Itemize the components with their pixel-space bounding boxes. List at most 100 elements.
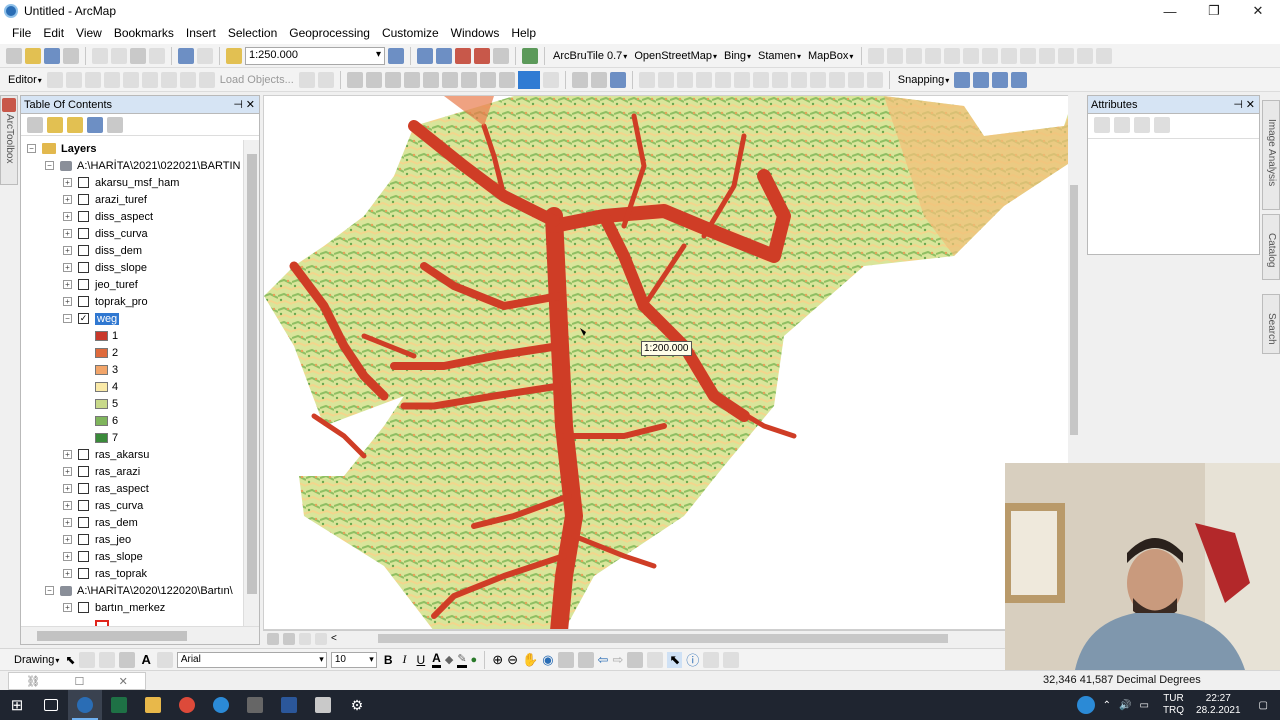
collapse-icon[interactable]: −: [45, 586, 54, 595]
georef-tool-6-icon[interactable]: [963, 47, 980, 64]
expand-icon[interactable]: +: [63, 603, 72, 612]
layer-item[interactable]: + ras_toprak: [21, 565, 243, 582]
menu-view[interactable]: View: [70, 26, 108, 40]
layer-visibility-checkbox[interactable]: [78, 279, 89, 290]
topology-tool-2-icon[interactable]: [657, 71, 674, 88]
taskbar-app[interactable]: [306, 690, 340, 720]
clock[interactable]: 22:27 28.2.2021: [1190, 693, 1247, 717]
font-color-icon[interactable]: A: [432, 651, 441, 668]
search-side-tab[interactable]: Search: [1262, 294, 1280, 354]
scroll-left-icon[interactable]: <: [331, 633, 337, 644]
pan-icon[interactable]: ✋: [522, 652, 538, 668]
expand-icon[interactable]: +: [63, 501, 72, 510]
show-hidden-icons[interactable]: ⌃: [1103, 700, 1111, 711]
vertex-snapping-icon[interactable]: [992, 71, 1009, 88]
pause-drawing-icon[interactable]: [315, 632, 327, 645]
color-selector[interactable]: [517, 70, 540, 89]
raster-tool-10-icon[interactable]: [542, 71, 559, 88]
georef-tool-13-icon[interactable]: [1096, 47, 1113, 64]
layout-tool-3-icon[interactable]: [609, 71, 626, 88]
topology-tool-6-icon[interactable]: [733, 71, 750, 88]
close-button[interactable]: ✕: [1236, 0, 1280, 22]
menu-windows[interactable]: Windows: [445, 26, 506, 40]
open-folder-icon[interactable]: [25, 47, 41, 64]
arctoolbox-side-tab[interactable]: ArcToolbox: [0, 95, 18, 185]
georef-tool-3-icon[interactable]: [906, 47, 923, 64]
expand-icon[interactable]: +: [63, 178, 72, 187]
layer-visibility-checkbox[interactable]: [78, 449, 89, 460]
taskbar-calculator[interactable]: [238, 690, 272, 720]
end-point-arc-icon[interactable]: [103, 71, 120, 88]
menu-customize[interactable]: Customize: [376, 26, 445, 40]
layer-item[interactable]: + bartın_merkez: [21, 599, 243, 616]
layer-visibility-checkbox[interactable]: [78, 296, 89, 307]
collapse-icon[interactable]: −: [27, 144, 36, 153]
bing-menu[interactable]: Bing▾: [722, 50, 753, 62]
layer-item[interactable]: + ras_akarsu: [21, 446, 243, 463]
georef-tool-5-icon[interactable]: [944, 47, 961, 64]
add-data-icon[interactable]: [226, 47, 242, 64]
volume-icon[interactable]: 🔊: [1119, 700, 1131, 711]
input-language[interactable]: TUR TRQ: [1157, 693, 1190, 717]
topology-tool-10-icon[interactable]: [809, 71, 826, 88]
select-elements-tool-icon[interactable]: ⬉: [667, 651, 683, 668]
attr-tool-4-icon[interactable]: [1154, 117, 1170, 133]
map-view[interactable]: 1:200.000: [263, 95, 1079, 630]
raster-tool-8-icon[interactable]: [479, 71, 496, 88]
map-horizontal-scrollbar[interactable]: [378, 634, 948, 643]
marker-color-icon[interactable]: ●: [471, 654, 478, 666]
raster-tool-3-icon[interactable]: [384, 71, 401, 88]
task-view-button[interactable]: [34, 690, 68, 720]
snapping-menu[interactable]: Snapping▾: [896, 74, 952, 86]
layer-item[interactable]: + jeo_turef: [21, 276, 243, 293]
layer-visibility-checkbox[interactable]: [78, 466, 89, 477]
georef-tool-12-icon[interactable]: [1077, 47, 1094, 64]
collapse-icon[interactable]: −: [63, 314, 72, 323]
list-by-source-icon[interactable]: [47, 116, 63, 133]
fill-color-icon[interactable]: ◆: [445, 653, 453, 666]
taskbar-edge[interactable]: [204, 690, 238, 720]
zoom-to-selected-icon[interactable]: [99, 651, 116, 668]
pin-icon[interactable]: ⊣: [1233, 98, 1243, 111]
layer-item[interactable]: + ras_arazi: [21, 463, 243, 480]
layer-item-weg[interactable]: − ✓ weg: [21, 310, 243, 327]
catalog-side-tab[interactable]: Catalog: [1262, 214, 1280, 280]
underline-button[interactable]: U: [414, 653, 429, 667]
topology-tool-12-icon[interactable]: [847, 71, 864, 88]
model-builder-icon[interactable]: [522, 47, 538, 64]
mini-restore-icon[interactable]: ☐: [74, 675, 84, 688]
topology-tool-3-icon[interactable]: [676, 71, 693, 88]
arctoolbox-icon[interactable]: [474, 47, 490, 64]
topology-tool-7-icon[interactable]: [752, 71, 769, 88]
layer-item[interactable]: + diss_dem: [21, 242, 243, 259]
attributes-icon[interactable]: [298, 71, 315, 88]
collapse-icon[interactable]: −: [45, 161, 54, 170]
layer-visibility-checkbox[interactable]: [78, 262, 89, 273]
layer-visibility-checkbox[interactable]: [78, 483, 89, 494]
layer-item[interactable]: + akarsu_msf_ham: [21, 174, 243, 191]
raster-tool-5-icon[interactable]: [422, 71, 439, 88]
table-of-contents-icon[interactable]: [417, 47, 433, 64]
italic-button[interactable]: I: [400, 652, 410, 667]
cut-icon[interactable]: [92, 47, 108, 64]
bold-button[interactable]: B: [381, 653, 396, 667]
layer-visibility-checkbox[interactable]: [78, 551, 89, 562]
refresh-icon[interactable]: [299, 632, 311, 645]
notification-icon[interactable]: ▢: [1259, 700, 1268, 711]
image-analysis-side-tab[interactable]: Image Analysis: [1262, 100, 1280, 210]
expand-icon[interactable]: +: [63, 467, 72, 476]
trace-icon[interactable]: [122, 71, 139, 88]
toc-horizontal-scrollbar[interactable]: [21, 626, 259, 644]
expand-icon[interactable]: +: [63, 195, 72, 204]
expand-icon[interactable]: +: [63, 518, 72, 527]
layers-root[interactable]: − Layers: [21, 140, 243, 157]
raster-tool-9-icon[interactable]: [498, 71, 515, 88]
menu-insert[interactable]: Insert: [180, 26, 222, 40]
straight-segment-icon[interactable]: [84, 71, 101, 88]
layer-visibility-checkbox[interactable]: [78, 602, 89, 613]
rectangle-icon[interactable]: [119, 651, 136, 668]
expand-icon[interactable]: +: [63, 484, 72, 493]
list-by-visibility-icon[interactable]: [67, 116, 83, 133]
full-extent-icon[interactable]: ◉: [542, 652, 553, 668]
load-objects-button[interactable]: Load Objects...: [218, 74, 296, 86]
